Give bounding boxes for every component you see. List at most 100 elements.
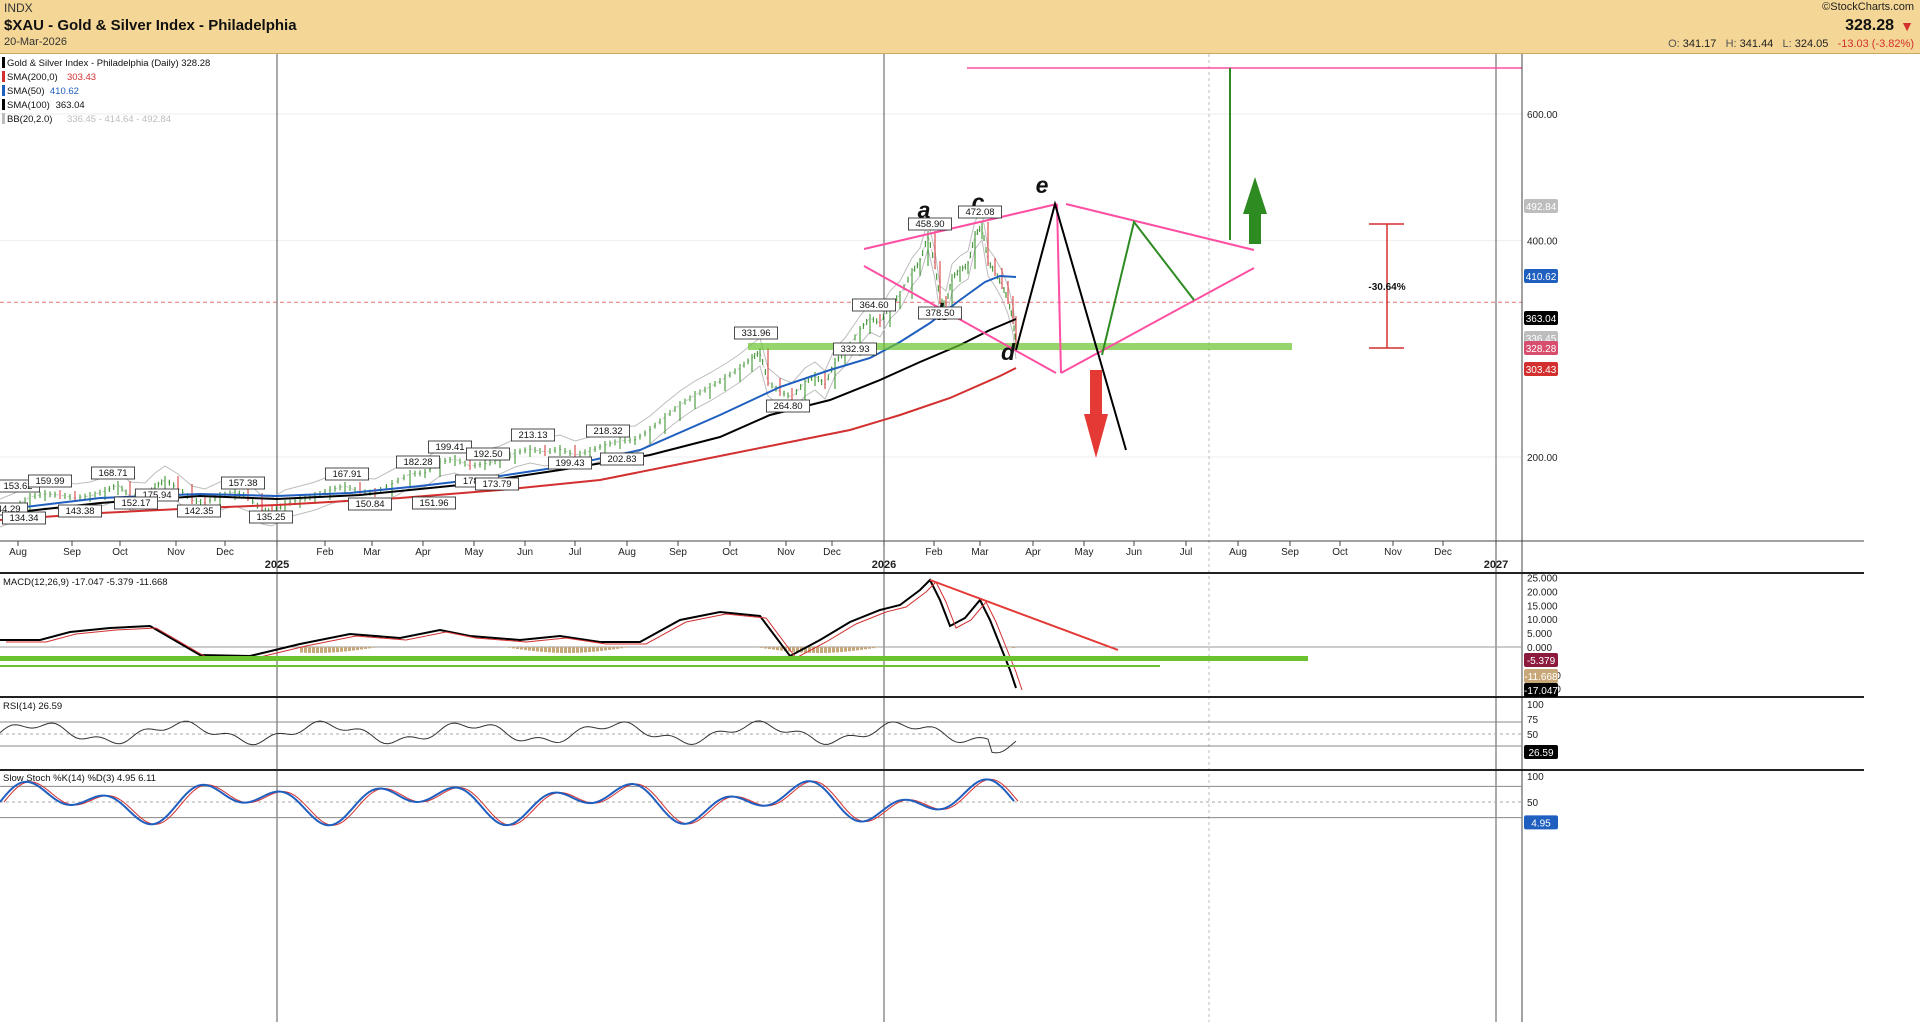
macd-histogram-bar bbox=[584, 647, 587, 653]
x-tick-label: Nov bbox=[777, 547, 795, 558]
annotation-value: 472.08 bbox=[965, 207, 994, 218]
x-tick-label: Sep bbox=[63, 547, 81, 558]
macd-histogram-bar bbox=[620, 647, 623, 649]
x-tick-label: 2025 bbox=[265, 559, 289, 571]
macd-tick: 25.000 bbox=[1527, 574, 1558, 585]
macd-histogram-bar bbox=[336, 647, 339, 653]
annotation-value: 364.60 bbox=[859, 300, 888, 311]
x-tick-label: Mar bbox=[971, 547, 989, 558]
macd-histogram-bar bbox=[776, 647, 779, 651]
annotation-value: 159.99 bbox=[35, 476, 64, 487]
x-tick-label: May bbox=[1075, 547, 1094, 558]
macd-histogram-bar bbox=[356, 647, 359, 651]
x-tick-label: May bbox=[465, 547, 484, 558]
macd-value-text: -5.379 bbox=[1527, 656, 1556, 667]
x-tick-label: Aug bbox=[1229, 547, 1247, 558]
macd-histogram-bar bbox=[364, 647, 367, 649]
x-tick-label: Oct bbox=[112, 547, 128, 558]
macd-legend: MACD(12,26,9) -17.047 -5.379 -11.668 bbox=[3, 577, 168, 588]
legend-value: 363.04 bbox=[56, 100, 85, 111]
stoch-tick: 100 bbox=[1527, 772, 1544, 783]
rsi-tick: 75 bbox=[1527, 715, 1539, 726]
macd-histogram-bar bbox=[616, 647, 619, 649]
stoch-tick: 50 bbox=[1527, 798, 1539, 809]
macd-histogram-bar bbox=[836, 647, 839, 653]
annotation-value: 151.96 bbox=[419, 498, 448, 509]
x-tick-label: Dec bbox=[216, 547, 234, 558]
macd-tick: 0.000 bbox=[1527, 643, 1552, 654]
x-tick-label: Sep bbox=[669, 547, 687, 558]
macd-histogram-bar bbox=[824, 647, 827, 653]
legend-value: 303.43 bbox=[67, 72, 96, 83]
macd-value-text: -17.047 bbox=[1524, 686, 1558, 697]
macd-histogram-bar bbox=[544, 647, 547, 653]
macd-histogram-bar bbox=[324, 647, 327, 653]
macd-histogram-bar bbox=[528, 647, 531, 651]
axis-value-text: 492.84 bbox=[1526, 202, 1557, 213]
macd-histogram-bar bbox=[564, 647, 567, 653]
support-zone bbox=[748, 343, 1292, 350]
annotation-value: 378.50 bbox=[925, 308, 954, 319]
stoch-value-text: 4.95 bbox=[1531, 818, 1551, 829]
x-tick-label: Dec bbox=[1434, 547, 1452, 558]
macd-tick: 5.000 bbox=[1527, 629, 1552, 640]
annotation-value: 167.91 bbox=[332, 469, 361, 480]
macd-histogram-bar bbox=[360, 647, 363, 650]
x-tick-label: Feb bbox=[316, 547, 334, 558]
macd-histogram-bar bbox=[332, 647, 335, 653]
x-tick-label: Oct bbox=[722, 547, 738, 558]
legend-name: SMA(50) bbox=[7, 86, 44, 97]
legend-name: SMA(200,0) bbox=[7, 72, 58, 83]
macd-histogram-bar bbox=[368, 647, 371, 649]
macd-value-text: -11.668 bbox=[1524, 672, 1558, 683]
x-tick-label: Apr bbox=[1025, 547, 1041, 558]
rsi-tick: 50 bbox=[1527, 730, 1539, 741]
legend-swatch bbox=[2, 71, 5, 82]
legend-name: Gold & Silver Index - Philadelphia (Dail… bbox=[7, 58, 210, 69]
macd-histogram-bar bbox=[860, 647, 863, 650]
macd-histogram-bar bbox=[604, 647, 607, 651]
annotation-value: 143.38 bbox=[65, 506, 94, 517]
legend-swatch bbox=[2, 99, 5, 110]
macd-histogram-bar bbox=[548, 647, 551, 653]
macd-histogram-bar bbox=[540, 647, 543, 652]
macd-tick: 15.000 bbox=[1527, 601, 1558, 612]
x-tick-label: Nov bbox=[1384, 547, 1402, 558]
macd-histogram-bar bbox=[340, 647, 343, 652]
legend-swatch bbox=[2, 57, 5, 68]
x-tick-label: Feb bbox=[925, 547, 943, 558]
macd-histogram-bar bbox=[532, 647, 535, 652]
annotation-value: 182.28 bbox=[403, 457, 432, 468]
macd-histogram-bar bbox=[768, 647, 771, 650]
macd-histogram-bar bbox=[844, 647, 847, 652]
annotation-value: 458.90 bbox=[915, 219, 944, 230]
axis-value-text: 363.04 bbox=[1526, 314, 1557, 325]
legend-value: 410.62 bbox=[50, 86, 79, 97]
legend-swatch bbox=[2, 85, 5, 96]
x-tick-label: Aug bbox=[9, 547, 27, 558]
annotation-value: 199.43 bbox=[555, 458, 584, 469]
x-tick-label: Aug bbox=[618, 547, 636, 558]
macd-histogram-bar bbox=[612, 647, 615, 650]
annotation-value: 150.84 bbox=[355, 499, 384, 510]
macd-histogram-bar bbox=[568, 647, 571, 653]
rsi-tick: 100 bbox=[1527, 700, 1544, 711]
annotation-value: 142.35 bbox=[184, 506, 213, 517]
legend-name: SMA(100) bbox=[7, 100, 50, 111]
annotation-value: 173.79 bbox=[482, 479, 511, 490]
macd-histogram-bar bbox=[516, 647, 519, 649]
macd-histogram-bar bbox=[576, 647, 579, 653]
macd-histogram-bar bbox=[588, 647, 591, 653]
macd-histogram-bar bbox=[520, 647, 523, 650]
macd-histogram-bar bbox=[868, 647, 871, 649]
macd-histogram-bar bbox=[572, 647, 575, 653]
macd-histogram-bar bbox=[320, 647, 323, 653]
macd-histogram-bar bbox=[840, 647, 843, 653]
macd-histogram-bar bbox=[596, 647, 599, 652]
macd-tick: 10.000 bbox=[1527, 615, 1558, 626]
axis-value-text: 410.62 bbox=[1526, 272, 1557, 283]
annotation-value: 202.83 bbox=[607, 454, 636, 465]
macd-histogram-bar bbox=[312, 647, 315, 653]
annotation-value: 332.93 bbox=[840, 344, 869, 355]
legend-value: 336.45 - 414.64 - 492.84 bbox=[67, 114, 171, 125]
